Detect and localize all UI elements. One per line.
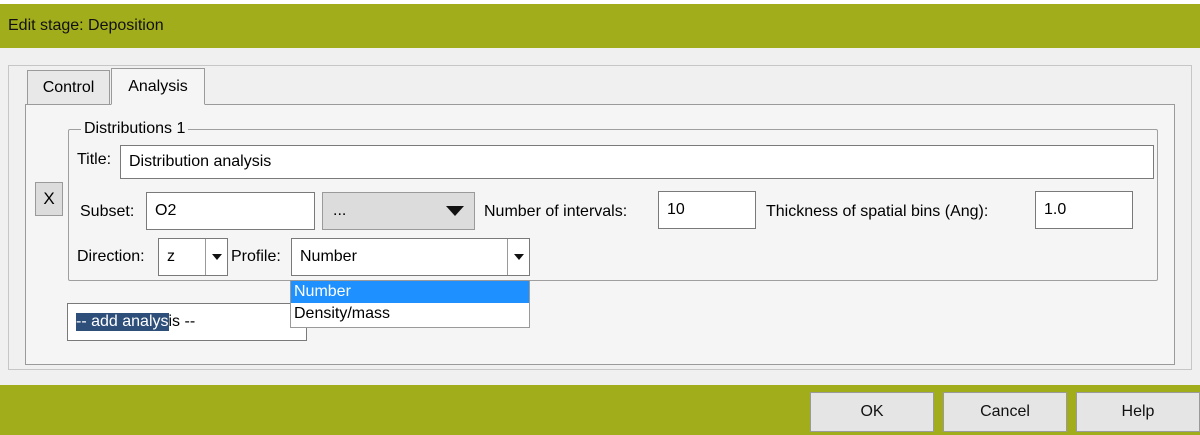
add-analysis-select[interactable]: -- add analys is -- bbox=[67, 303, 307, 341]
title-input[interactable]: Distribution analysis bbox=[120, 145, 1154, 179]
window-title: Edit stage: Deposition bbox=[8, 17, 164, 34]
profile-option-number[interactable]: Number bbox=[291, 281, 529, 303]
title-label: Title: bbox=[77, 151, 112, 168]
window-titlebar: Edit stage: Deposition bbox=[0, 4, 1200, 48]
tab-control-label: Control bbox=[42, 78, 95, 96]
profile-dropdown-list: Number Density/mass bbox=[290, 280, 530, 328]
cancel-button-label: Cancel bbox=[980, 403, 1030, 420]
add-analysis-selected-text: -- add analys bbox=[76, 313, 169, 331]
subset-label: Subset: bbox=[80, 203, 135, 220]
tab-control[interactable]: Control bbox=[27, 70, 110, 104]
chevron-down-icon bbox=[211, 254, 222, 260]
chevron-down-icon bbox=[513, 254, 524, 260]
title-input-value: Distribution analysis bbox=[129, 153, 272, 170]
ok-button[interactable]: OK bbox=[810, 392, 934, 432]
help-button-label: Help bbox=[1121, 403, 1155, 420]
help-button[interactable]: Help bbox=[1076, 392, 1200, 432]
subset-picker-label: ... bbox=[333, 202, 347, 219]
tab-analysis-label: Analysis bbox=[128, 77, 188, 95]
subset-input-value: O2 bbox=[155, 202, 177, 219]
profile-label: Profile: bbox=[231, 248, 281, 265]
direction-select-value: z bbox=[167, 248, 175, 265]
add-analysis-rest-text: is -- bbox=[168, 313, 196, 330]
profile-select-value: Number bbox=[300, 248, 357, 265]
direction-label: Direction: bbox=[77, 248, 145, 265]
remove-analysis-label: X bbox=[43, 189, 55, 208]
intervals-input-value: 10 bbox=[667, 201, 685, 218]
profile-option-density-mass[interactable]: Density/mass bbox=[291, 303, 529, 325]
distributions-group-title: Distributions 1 bbox=[81, 120, 189, 138]
thickness-input[interactable]: 1.0 bbox=[1035, 191, 1133, 229]
subset-picker-dropdown[interactable]: ... bbox=[322, 192, 475, 230]
remove-analysis-button[interactable]: X bbox=[35, 182, 63, 216]
thickness-label: Thickness of spatial bins (Ang): bbox=[766, 203, 989, 220]
intervals-input[interactable]: 10 bbox=[658, 191, 756, 229]
cancel-button[interactable]: Cancel bbox=[943, 392, 1067, 432]
direction-arrow-button[interactable] bbox=[205, 239, 227, 275]
tab-analysis[interactable]: Analysis bbox=[111, 68, 205, 105]
profile-arrow-button[interactable] bbox=[507, 239, 529, 275]
dropdown-arrow-icon bbox=[446, 206, 464, 216]
intervals-label: Number of intervals: bbox=[484, 203, 628, 220]
thickness-input-value: 1.0 bbox=[1044, 201, 1067, 218]
direction-select[interactable]: z bbox=[158, 238, 228, 276]
profile-select[interactable]: Number bbox=[291, 238, 530, 276]
subset-input[interactable]: O2 bbox=[146, 192, 315, 230]
ok-button-label: OK bbox=[860, 403, 884, 420]
